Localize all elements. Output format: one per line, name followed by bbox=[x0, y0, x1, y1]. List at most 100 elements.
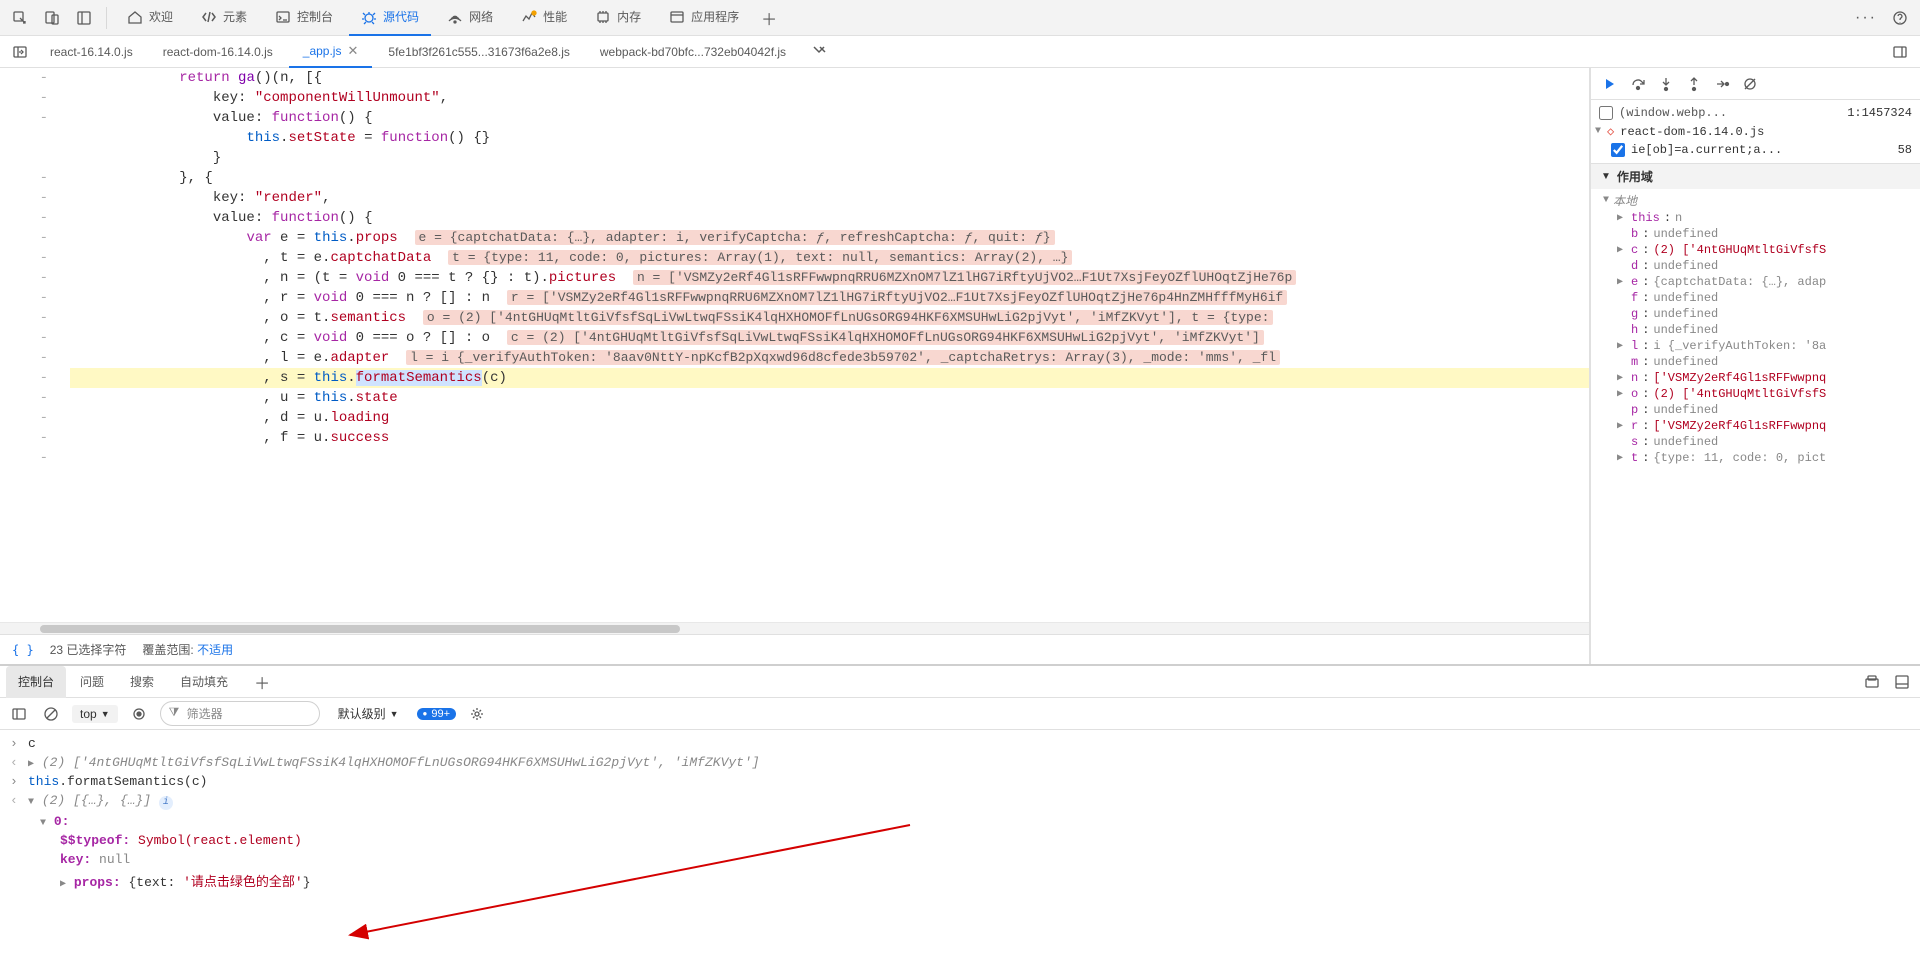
step-into-icon[interactable] bbox=[1655, 73, 1677, 95]
app-icon bbox=[669, 9, 685, 25]
scope-variable[interactable]: ▶r: ['VSMZy2eRf4Gl1sRFFwwpnq bbox=[1599, 418, 1920, 434]
scope-variable[interactable]: m: undefined bbox=[1599, 354, 1920, 370]
devtools-toolbar: 欢迎 元素 控制台 源代码 网络 性能 内存 应用程序 ＋ ··· bbox=[0, 0, 1920, 36]
breakpoint-checkbox[interactable] bbox=[1611, 143, 1625, 157]
scope-variable[interactable]: ▶l: i {_verifyAuthToken: '8a bbox=[1599, 338, 1920, 354]
file-tab[interactable]: 5fe1bf3f261c555...31673f6a2e8.js bbox=[374, 36, 584, 68]
cursor-position: 1:1457324 bbox=[1847, 106, 1912, 120]
console-body[interactable]: ›c ‹▶ (2) ['4ntGHUqMtltGiVfsfSqLiVwLtwqF… bbox=[0, 730, 1920, 976]
dock-icon[interactable] bbox=[70, 4, 98, 32]
perf-icon bbox=[521, 9, 537, 25]
console-settings-icon[interactable] bbox=[466, 703, 488, 725]
breakpoint-file[interactable]: react-dom-16.14.0.js bbox=[1620, 125, 1764, 139]
context-selector[interactable]: top ▼ bbox=[72, 705, 118, 723]
console-toolbar: top ▼ 筛选器 默认级别 ▼ 99+ bbox=[0, 698, 1920, 730]
home-icon bbox=[127, 9, 143, 25]
memory-icon bbox=[595, 9, 611, 25]
code-panel: ------------------ return ga()(n, [{ key… bbox=[0, 68, 1590, 664]
drawer-dock-icon[interactable] bbox=[1890, 670, 1914, 694]
close-icon[interactable]: ✕ bbox=[347, 43, 358, 59]
console-output[interactable]: ▼ (2) [{…}, {…}] i bbox=[28, 793, 1910, 810]
selection-chars: 23 已选择字符 bbox=[50, 641, 127, 658]
inspect-icon[interactable] bbox=[6, 4, 34, 32]
step-out-icon[interactable] bbox=[1683, 73, 1705, 95]
step-icon[interactable] bbox=[1711, 73, 1733, 95]
breakpoint-line: 58 bbox=[1898, 143, 1912, 157]
drawer-tab-issues[interactable]: 问题 bbox=[68, 666, 116, 698]
more-icon[interactable]: ··· bbox=[1852, 4, 1880, 32]
console-output[interactable]: ▶ (2) ['4ntGHUqMtltGiVfsfSqLiVwLtwqFSsiK… bbox=[28, 755, 1910, 770]
step-over-icon[interactable] bbox=[1627, 73, 1649, 95]
filter-input[interactable]: 筛选器 bbox=[160, 701, 320, 726]
watch-section: (window.webp... 1:1457324 ▼ ◇ react-dom-… bbox=[1591, 100, 1920, 164]
scope-variable[interactable]: g: undefined bbox=[1599, 306, 1920, 322]
tab-welcome[interactable]: 欢迎 bbox=[115, 0, 185, 36]
drawer-tab-console[interactable]: 控制台 bbox=[6, 666, 66, 698]
horizontal-scrollbar[interactable] bbox=[0, 622, 1589, 634]
scope-variable[interactable]: s: undefined bbox=[1599, 434, 1920, 450]
console-prop[interactable]: ▶ props: {text: '请点击绿色的全部'} bbox=[60, 871, 1910, 890]
tab-elements[interactable]: 元素 bbox=[189, 0, 259, 36]
tab-application[interactable]: 应用程序 bbox=[657, 0, 751, 36]
drawer-expand-icon[interactable] bbox=[1860, 670, 1884, 694]
scope-variable[interactable]: ▶o: (2) ['4ntGHUqMtltGiVfsfS bbox=[1599, 386, 1920, 402]
coverage-label: 覆盖范围: 不适用 bbox=[142, 641, 233, 658]
scope-body: ▼ 本地 ▶this: nb: undefined▶c: (2) ['4ntGH… bbox=[1591, 189, 1920, 664]
editor-infobar: { } 23 已选择字符 覆盖范围: 不适用 bbox=[0, 634, 1589, 664]
scope-variable[interactable]: f: undefined bbox=[1599, 290, 1920, 306]
watch-checkbox[interactable] bbox=[1599, 106, 1613, 120]
tab-sources[interactable]: 源代码 bbox=[349, 0, 431, 36]
log-level-selector[interactable]: 默认级别 ▼ bbox=[330, 703, 407, 724]
code-gutter: ------------------ bbox=[0, 68, 60, 468]
deactivate-breakpoints-icon[interactable] bbox=[1739, 73, 1761, 95]
live-expr-icon[interactable] bbox=[128, 703, 150, 725]
code-editor[interactable]: ------------------ return ga()(n, [{ key… bbox=[0, 68, 1589, 622]
info-icon[interactable]: i bbox=[159, 796, 173, 810]
file-nav-toggle-icon[interactable] bbox=[6, 38, 34, 66]
debug-sidebar: (window.webp... 1:1457324 ▼ ◇ react-dom-… bbox=[1590, 68, 1920, 664]
drawer-tab-autofill[interactable]: 自动填充 bbox=[168, 666, 240, 698]
tab-network[interactable]: 网络 bbox=[435, 0, 505, 36]
scope-local-label: ▼ 本地 bbox=[1599, 191, 1920, 210]
code-icon bbox=[201, 9, 217, 25]
drawer: 控制台 问题 搜索 自动填充 ＋ top ▼ 筛选器 默认级别 ▼ 99+ ›c… bbox=[0, 664, 1920, 976]
file-tab[interactable]: react-dom-16.14.0.js bbox=[149, 36, 287, 68]
device-toggle-icon[interactable] bbox=[38, 4, 66, 32]
scope-variable[interactable]: b: undefined bbox=[1599, 226, 1920, 242]
tab-console[interactable]: 控制台 bbox=[263, 0, 345, 36]
tab-memory[interactable]: 内存 bbox=[583, 0, 653, 36]
scope-variable[interactable]: ▶e: {captchatData: {…}, adap bbox=[1599, 274, 1920, 290]
file-tab-strip: react-16.14.0.js react-dom-16.14.0.js _a… bbox=[0, 36, 1920, 68]
scope-variable[interactable]: ▶c: (2) ['4ntGHUqMtltGiVfsfS bbox=[1599, 242, 1920, 258]
add-tab-icon[interactable]: ＋ bbox=[755, 4, 783, 32]
tab-performance[interactable]: 性能 bbox=[509, 0, 579, 36]
scope-variable[interactable]: ▶n: ['VSMZy2eRf4Gl1sRFFwwpnq bbox=[1599, 370, 1920, 386]
file-tab[interactable]: webpack-bd70bfc...732eb04042f.js bbox=[586, 36, 800, 68]
issue-count-badge[interactable]: 99+ bbox=[417, 708, 457, 720]
selected-word: formatSemantics bbox=[356, 370, 482, 386]
clear-console-icon[interactable] bbox=[40, 703, 62, 725]
braces-icon[interactable]: { } bbox=[12, 643, 34, 657]
scope-variable[interactable]: d: undefined bbox=[1599, 258, 1920, 274]
drawer-add-tab-icon[interactable]: ＋ bbox=[242, 666, 282, 698]
watch-file-label: (window.webp... bbox=[1619, 106, 1727, 120]
scope-variable[interactable]: ▶t: {type: 11, code: 0, pict bbox=[1599, 450, 1920, 466]
drawer-tab-search[interactable]: 搜索 bbox=[118, 666, 166, 698]
file-tab[interactable]: _app.js✕ bbox=[289, 36, 373, 68]
panel-toggle-icon[interactable] bbox=[1886, 38, 1914, 66]
console-object[interactable]: ▼ 0: bbox=[40, 814, 1910, 829]
breakpoint-expr[interactable]: ie[ob]=a.current;a... bbox=[1631, 143, 1782, 157]
scope-header[interactable]: ▼作用域 bbox=[1591, 164, 1920, 189]
file-tabs-overflow-icon[interactable] bbox=[802, 43, 840, 60]
console-prop: $$typeof: Symbol(react.element) bbox=[60, 833, 1910, 848]
file-tab[interactable]: react-16.14.0.js bbox=[36, 36, 147, 68]
scope-variable[interactable]: ▶this: n bbox=[1599, 210, 1920, 226]
help-icon[interactable] bbox=[1886, 4, 1914, 32]
resume-icon[interactable] bbox=[1599, 73, 1621, 95]
console-prop: key: null bbox=[60, 852, 1910, 867]
scope-variable[interactable]: p: undefined bbox=[1599, 402, 1920, 418]
scope-variable[interactable]: h: undefined bbox=[1599, 322, 1920, 338]
console-input: c bbox=[28, 736, 1910, 751]
console-input: this.formatSemantics(c) bbox=[28, 774, 1910, 789]
console-sidebar-toggle-icon[interactable] bbox=[8, 703, 30, 725]
